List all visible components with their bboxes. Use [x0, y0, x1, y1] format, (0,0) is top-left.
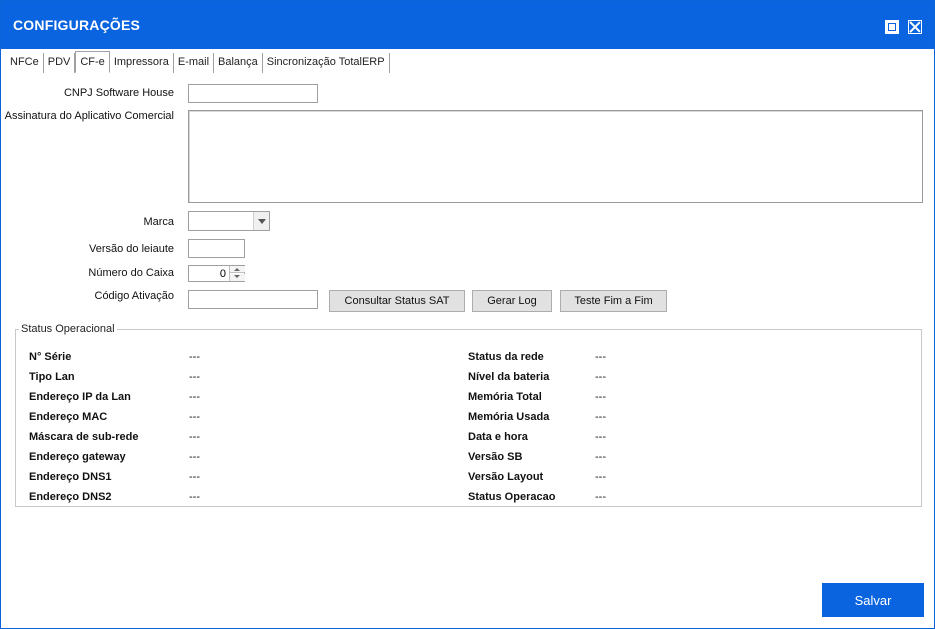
status-label: N° Série — [29, 351, 72, 363]
status-value: --- — [189, 451, 200, 463]
status-value: --- — [595, 431, 606, 443]
codigo-label: Código Ativação — [94, 290, 175, 302]
window-title: CONFIGURAÇÕES — [13, 17, 141, 33]
status-label: Versão Layout — [468, 471, 544, 483]
status-label: Status Operacao — [468, 491, 556, 503]
status-value: --- — [595, 411, 606, 423]
status-label: Endereço DNS2 — [29, 491, 112, 503]
status-label: Memória Usada — [468, 411, 550, 423]
tab-cfe[interactable]: CF-e — [75, 51, 110, 73]
status-label: Endereço MAC — [29, 411, 108, 423]
marca-select[interactable] — [188, 211, 270, 231]
status-value: --- — [595, 451, 606, 463]
maximize-icon[interactable] — [885, 20, 899, 34]
status-label: Status da rede — [468, 351, 544, 363]
status-value: --- — [595, 491, 606, 503]
status-value: --- — [189, 431, 200, 443]
close-icon[interactable] — [908, 20, 922, 34]
status-label: Endereço IP da Lan — [29, 391, 131, 403]
tab-pdv[interactable]: PDV — [44, 53, 76, 73]
gerar-log-button[interactable]: Gerar Log — [472, 290, 552, 312]
caixa-value: 0 — [219, 268, 226, 280]
status-value: --- — [189, 391, 200, 403]
chevron-down-icon[interactable] — [253, 212, 269, 230]
status-value: --- — [595, 391, 606, 403]
codigo-input[interactable] — [188, 290, 318, 309]
caixa-label: Número do Caixa — [88, 267, 174, 279]
tab-impressora[interactable]: Impressora — [110, 53, 174, 73]
versao-input[interactable] — [188, 239, 245, 258]
stepper-buttons — [229, 266, 245, 281]
status-label: Nível da bateria — [468, 371, 550, 383]
status-label: Máscara de sub-rede — [29, 431, 139, 443]
consultar-status-sat-button[interactable]: Consultar Status SAT — [329, 290, 465, 312]
status-value: --- — [189, 351, 200, 363]
stepper-up-icon[interactable] — [230, 266, 245, 273]
status-label: Memória Total — [468, 391, 542, 403]
title-bar: CONFIGURAÇÕES — [1, 1, 934, 49]
status-value: --- — [189, 491, 200, 503]
configuracoes-window: CONFIGURAÇÕES NFCe PDV CF-e Impressora E… — [0, 0, 935, 629]
status-label: Versão SB — [468, 451, 523, 463]
status-value: --- — [189, 411, 200, 423]
tab-email[interactable]: E-mail — [174, 53, 215, 73]
caixa-stepper[interactable]: 0 — [188, 265, 245, 282]
stepper-down-icon[interactable] — [230, 274, 245, 281]
marca-label: Marca — [143, 216, 174, 228]
cnpj-input[interactable] — [188, 84, 318, 103]
tab-nfce[interactable]: NFCe — [6, 53, 44, 73]
status-value: --- — [595, 371, 606, 383]
teste-fim-a-fim-button[interactable]: Teste Fim a Fim — [560, 290, 667, 312]
tab-bar: NFCe PDV CF-e Impressora E-mail Balança … — [6, 51, 390, 73]
status-value: --- — [595, 351, 606, 363]
status-label: Data e hora — [468, 431, 528, 443]
assinatura-label: Assinatura do Aplicativo Comercial — [4, 110, 174, 122]
salvar-button[interactable]: Salvar — [822, 583, 924, 617]
cnpj-label: CNPJ Software House — [63, 87, 174, 99]
status-value: --- — [189, 371, 200, 383]
assinatura-textarea[interactable] — [188, 110, 923, 203]
status-value: --- — [189, 471, 200, 483]
status-label: Endereço DNS1 — [29, 471, 112, 483]
status-value: --- — [595, 471, 606, 483]
status-operacional-title: Status Operacional — [19, 323, 117, 335]
status-label: Tipo Lan — [29, 371, 75, 383]
tab-sincronizacao[interactable]: Sincronização TotalERP — [263, 53, 390, 73]
tab-balanca[interactable]: Balança — [214, 53, 263, 73]
versao-label: Versão do leiaute — [88, 243, 174, 255]
status-label: Endereço gateway — [29, 451, 126, 463]
